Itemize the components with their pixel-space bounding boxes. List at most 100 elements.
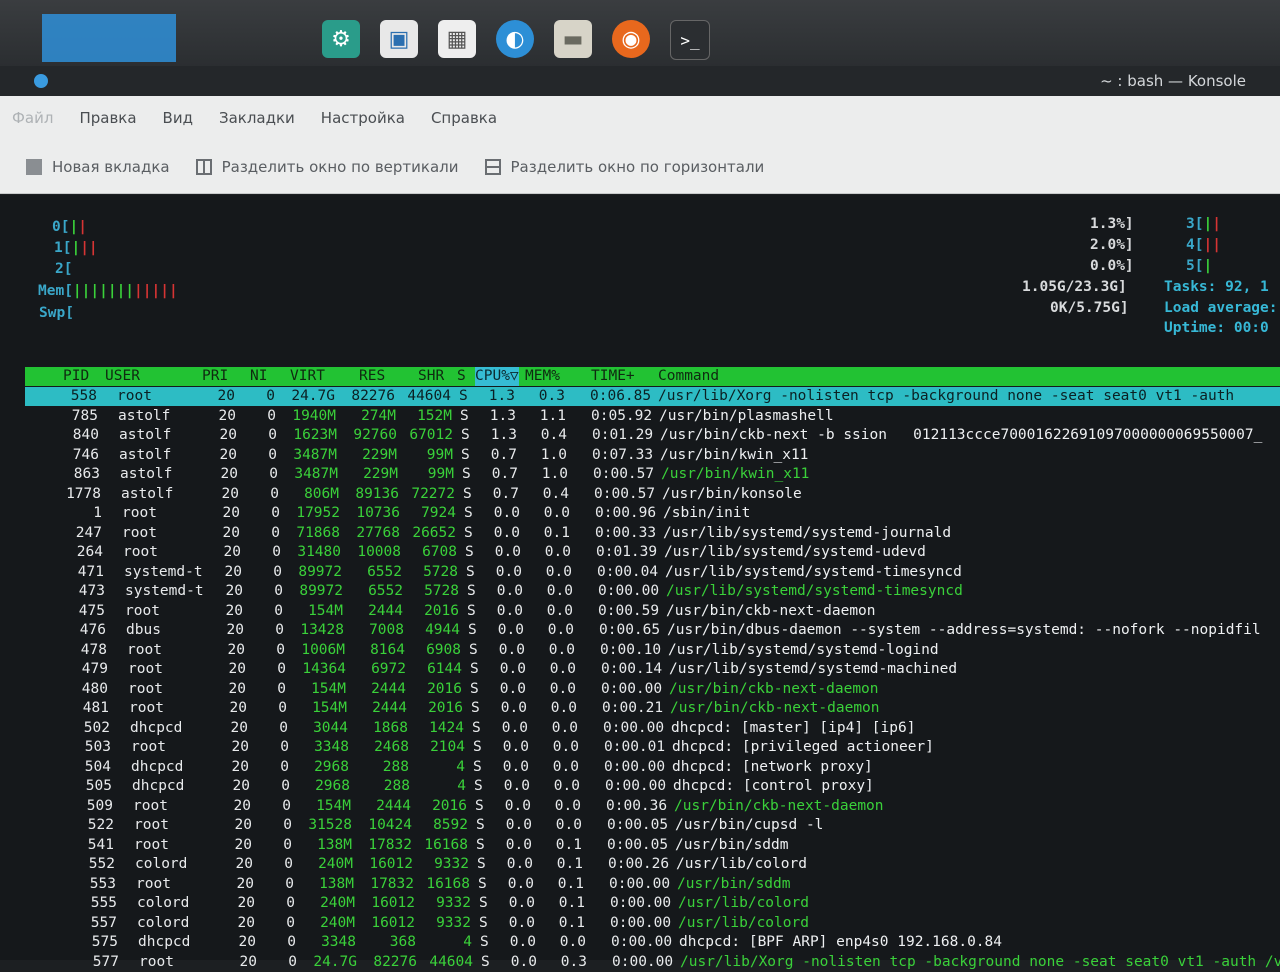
col-pri[interactable]: PRI: [202, 367, 228, 386]
store-icon[interactable]: ▣: [380, 20, 418, 58]
table-row[interactable]: 476 dbus 20 0 13428 7008 4944 S 0.0 0.0 0:00.65/us…: [25, 621, 1280, 640]
col-virt[interactable]: VIRT: [290, 367, 325, 386]
col-res[interactable]: RES: [359, 367, 385, 386]
col-time[interactable]: TIME+: [591, 367, 635, 386]
cell-time: 0:00.00: [601, 680, 663, 697]
col-pid[interactable]: PID: [63, 367, 89, 386]
table-row[interactable]: 746 astolf 20 0 3487M 229M 99M S 0.7 1.0 0:07.33/u…: [25, 446, 1280, 465]
table-row[interactable]: 1 root 20 0 17952 10736 7924 S 0.0 0.0 0:00.96/sbi…: [25, 504, 1280, 523]
table-row[interactable]: 481 root 20 0 154M 2444 2016 S 0.0 0.0 0:00.21/usr…: [25, 699, 1280, 718]
cell-res: 10424: [368, 817, 412, 833]
process-table-header: PID USER PRI NI VIRT RES SHR S CPU%▽ MEM…: [25, 367, 1280, 386]
table-row[interactable]: 502 dhcpcd 20 0 3044 1868 1424 S 0.0 0.0 0:00.00 dh…: [25, 719, 1280, 738]
table-row[interactable]: 557 colord 20 0 240M 16012 9332 S 0.0 0.1 0:00.00/…: [25, 914, 1280, 933]
menu-view[interactable]: Вид: [163, 109, 193, 127]
terminal-icon[interactable]: >_: [670, 20, 710, 60]
table-row[interactable]: 473 systemd-t 20 0 89972 6552 5728 S 0.0 0.0 0:00.…: [25, 582, 1280, 601]
cell-res: 17832: [370, 875, 414, 892]
calculator-icon[interactable]: ▦: [438, 20, 476, 58]
window-titlebar[interactable]: ~ : bash — Konsole: [0, 66, 1280, 96]
cell-command: /usr/bin/sddm: [675, 836, 789, 853]
table-row[interactable]: 505 dhcpcd 20 0 2968 288 4 S 0.0 0.0 0:00.00 dhcpcd…: [25, 777, 1280, 796]
menu-file[interactable]: Файл: [12, 109, 53, 127]
cell-shr: 7924: [421, 505, 456, 521]
menu-help[interactable]: Справка: [431, 109, 497, 127]
cell-pid: 475: [78, 602, 105, 619]
cell-res: 82276: [351, 388, 395, 404]
cell-mem: 0.0: [546, 583, 573, 599]
table-row[interactable]: 555 colord 20 0 240M 16012 9332 S 0.0 0.1 0:00.00/…: [25, 894, 1280, 913]
notes-icon[interactable]: ▬: [554, 20, 592, 58]
cell-pid: 480: [81, 680, 108, 697]
cell-mem: 0.1: [558, 914, 585, 931]
cell-mem: 0.0: [543, 505, 570, 521]
cell-res: 288: [382, 758, 409, 775]
cell-shr: 16168: [424, 836, 468, 853]
table-row[interactable]: 504 dhcpcd 20 0 2968 288 4 S 0.0 0.0 0:00.00 dhcpcd…: [25, 758, 1280, 777]
table-row[interactable]: 1778 astolf 20 0 806M 89136 72272 S 0.7 0.4 0:00.5…: [25, 485, 1280, 504]
table-row[interactable]: 247 root 20 0 71868 27768 26652 S 0.0 0.1 0:00.33/…: [25, 524, 1280, 543]
table-row[interactable]: 509 root 20 0 154M 2444 2016 S 0.0 0.0 0:00.36/usr…: [25, 797, 1280, 816]
cell-user: dhcpcd: [130, 719, 183, 736]
menu-settings[interactable]: Настройка: [321, 109, 405, 127]
split-vertical-button[interactable]: Разделить окно по вертикали: [195, 158, 459, 176]
cell-virt: 31528: [308, 817, 352, 833]
cell-user: root: [129, 700, 164, 716]
col-user[interactable]: USER: [105, 367, 140, 386]
cell-shr: 2104: [430, 739, 465, 755]
col-shr[interactable]: SHR: [418, 367, 444, 386]
table-row[interactable]: 577 root 20 0 24.7G 82276 44604 S 0.0 0.3 0:00.00/…: [25, 953, 1280, 972]
col-s[interactable]: S: [457, 367, 466, 386]
cell-pid: 577: [92, 953, 119, 970]
col-mem[interactable]: MEM%: [525, 367, 560, 386]
split-horizontal-button[interactable]: Разделить окно по горизонтали: [484, 158, 764, 176]
cell-time: 0:07.33: [592, 446, 654, 463]
table-row[interactable]: 575 dhcpcd 20 0 3348 368 4 S 0.0 0.0 0:00.00 dhcpcd…: [25, 933, 1280, 952]
cell-command: dhcpcd: [control proxy]: [673, 778, 874, 794]
settings-icon[interactable]: ⚙: [322, 20, 360, 58]
cell-ni: 0: [278, 700, 287, 716]
terminal-view[interactable]: 0[|| 1[||| 2[ Mem[|||||||||||| Swp[ 1.3%…: [0, 195, 1280, 970]
window-app-icon[interactable]: [34, 74, 48, 88]
table-row[interactable]: 522 root 20 0 31528 10424 8592 S 0.0 0.0 0:00.05/u…: [25, 816, 1280, 835]
browser-icon[interactable]: ◐: [496, 20, 534, 58]
table-row[interactable]: 478 root 20 0 1006M 8164 6908 S 0.0 0.0 0:00.10/us…: [25, 641, 1280, 660]
cell-pid: 1: [93, 505, 102, 521]
table-row[interactable]: 785 astolf 20 0 1940M 274M 152M S 1.3 1.1 0:05.92/…: [25, 407, 1280, 426]
col-cpu-sorted[interactable]: CPU%▽: [475, 367, 519, 386]
active-task-button[interactable]: [42, 14, 176, 62]
cell-command: /usr/lib/systemd/systemd-udevd: [664, 544, 926, 560]
table-row[interactable]: 840 astolf 20 0 1623M 92760 67012 S 1.3 0.4 0:01.2…: [25, 426, 1280, 445]
cell-shr: 4: [457, 778, 466, 794]
cell-pid: 785: [71, 407, 98, 424]
cell-time: 0:00.01: [604, 739, 666, 755]
table-row[interactable]: 480 root 20 0 154M 2444 2016 S 0.0 0.0 0:00.00/usr…: [25, 680, 1280, 699]
cell-virt: 154M: [316, 797, 351, 814]
table-row[interactable]: 475 root 20 0 154M 2444 2016 S 0.0 0.0 0:00.59/usr…: [25, 602, 1280, 621]
table-row[interactable]: 863 astolf 20 0 3487M 229M 99M S 0.7 1.0 0:00.57/u…: [25, 465, 1280, 484]
cell-res: 2468: [374, 739, 409, 755]
col-command[interactable]: Command: [658, 367, 719, 386]
table-row[interactable]: 471 systemd-t 20 0 89972 6552 5728 S 0.0 0.0 0:00.…: [25, 563, 1280, 582]
table-row[interactable]: 264 root 20 0 31480 10008 6708 S 0.0 0.0 0:01.39/u…: [25, 543, 1280, 562]
menu-bookmarks[interactable]: Закладки: [219, 109, 295, 127]
col-ni[interactable]: NI: [250, 367, 267, 386]
cell-mem: 0.0: [548, 641, 575, 658]
new-tab-button[interactable]: Новая вкладка: [26, 158, 170, 176]
cell-res: 2444: [368, 602, 403, 619]
cell-res: 274M: [361, 407, 396, 424]
firefox-icon[interactable]: ◉: [612, 20, 650, 58]
cell-res: 16012: [371, 895, 415, 911]
cell-mem: 0.0: [552, 739, 579, 755]
table-row[interactable]: 503 root 20 0 3348 2468 2104 S 0.0 0.0 0:00.01 dhcp…: [25, 738, 1280, 757]
menu-edit[interactable]: Правка: [79, 109, 136, 127]
table-row[interactable]: 541 root 20 0 138M 17832 16168 S 0.0 0.1 0:00.05/u…: [25, 836, 1280, 855]
cell-pid: 552: [88, 856, 115, 872]
table-row[interactable]: 553 root 20 0 138M 17832 16168 S 0.0 0.1 0:00.00/u…: [25, 875, 1280, 894]
cell-virt: 24.7G: [291, 388, 335, 404]
table-row[interactable]: 552 colord 20 0 240M 16012 9332 S 0.0 0.1 0:00.26/…: [25, 855, 1280, 874]
cell-shr: 5728: [424, 583, 459, 599]
cell-res: 7008: [369, 622, 404, 638]
table-row-selected[interactable]: 558 root 20 0 24.7G 82276 44604 S 1.3 0.3 0:06.85/…: [25, 387, 1280, 406]
table-row[interactable]: 479 root 20 0 14364 6972 6144 S 0.0 0.0 0:00.14/us…: [25, 660, 1280, 679]
